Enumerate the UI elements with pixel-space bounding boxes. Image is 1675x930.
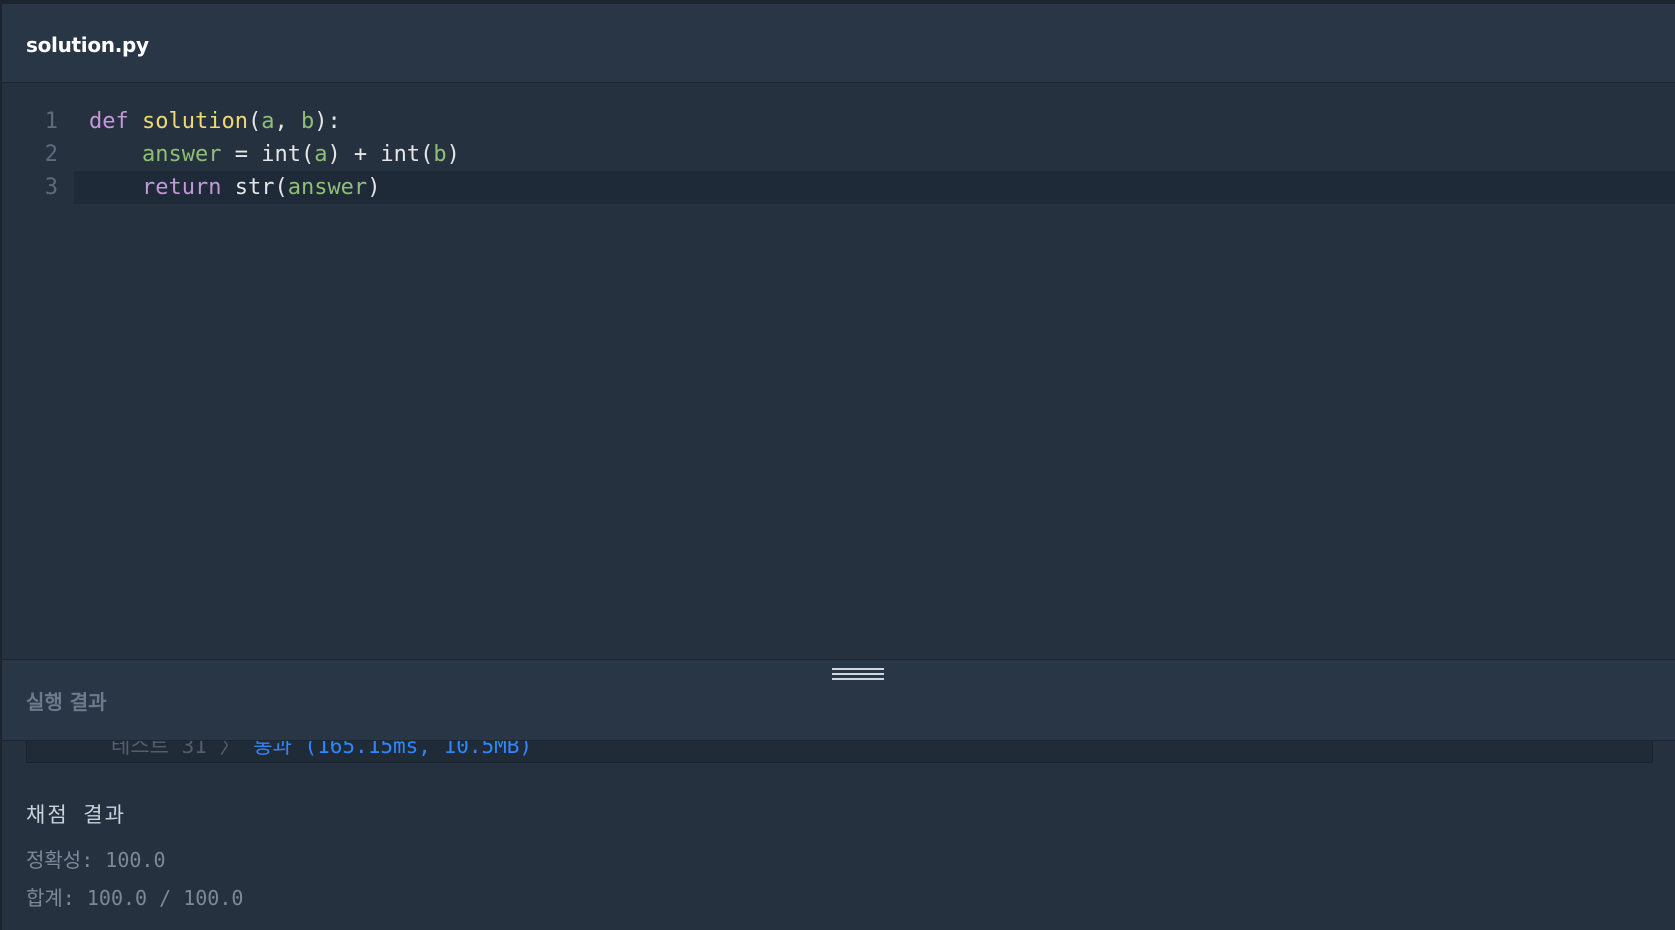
punctuation-token: ) [367,175,381,200]
punctuation-token: ) [446,142,460,167]
operator-token: = int( [221,142,315,167]
grading-title: 채점 결과 [26,803,126,827]
punctuation-token: ( [247,109,262,134]
variable-token: b [433,142,447,167]
function-name-token: solution [142,109,248,134]
result-panel-title: 실행 결과 [26,690,107,714]
test-result-row: 테스트 31 〉 통과 (165.15ms, 10.5MB) [111,741,532,760]
code-text: def solution(a, b): [89,105,341,138]
line-number: 3 [44,175,58,200]
punctuation-token: , [274,109,301,134]
accuracy-score: 정확성: 100.0 [26,848,166,872]
punctuation-token: ): [314,109,341,134]
resize-handle-icon[interactable] [830,666,886,680]
file-name-tab[interactable]: solution.py [26,33,149,57]
code-editor[interactable]: 1 def solution(a, b): 2 answer = int(a) … [2,84,1675,659]
file-header: solution.py [2,4,1675,83]
variable-token: answer [141,142,222,167]
test-result-box: 테스트 31 〉 통과 (165.15ms, 10.5MB) [26,741,1653,763]
result-panel-header: 실행 결과 [2,659,1675,741]
result-panel-body[interactable]: 테스트 31 〉 통과 (165.15ms, 10.5MB) 채점 결과 정확성… [2,741,1675,930]
code-editor-window: solution.py 1 def solution(a, b): 2 answ… [0,0,1675,930]
variable-token: answer [287,175,368,200]
code-text: return str(answer) [89,171,380,204]
test-case-label: 테스트 31 〉 [111,741,241,758]
line-number: 2 [44,142,58,167]
param-token: a [261,109,275,134]
variable-token: a [314,142,328,167]
function-call-token: str( [221,175,288,200]
total-score: 합계: 100.0 / 100.0 [26,886,244,910]
code-line-3-active[interactable]: 3 return str(answer) [45,171,1675,204]
operator-token: ) + int( [327,142,434,167]
keyword-token: return [141,175,222,200]
code-line-2[interactable]: 2 answer = int(a) + int(b) [2,138,1675,171]
line-number: 1 [44,109,58,134]
test-status-pass: 통과 (165.15ms, 10.5MB) [253,741,533,758]
code-line-1[interactable]: 1 def solution(a, b): [2,105,1675,138]
keyword-token: def [89,109,129,134]
code-text: answer = int(a) + int(b) [89,138,460,171]
param-token: b [300,109,315,134]
